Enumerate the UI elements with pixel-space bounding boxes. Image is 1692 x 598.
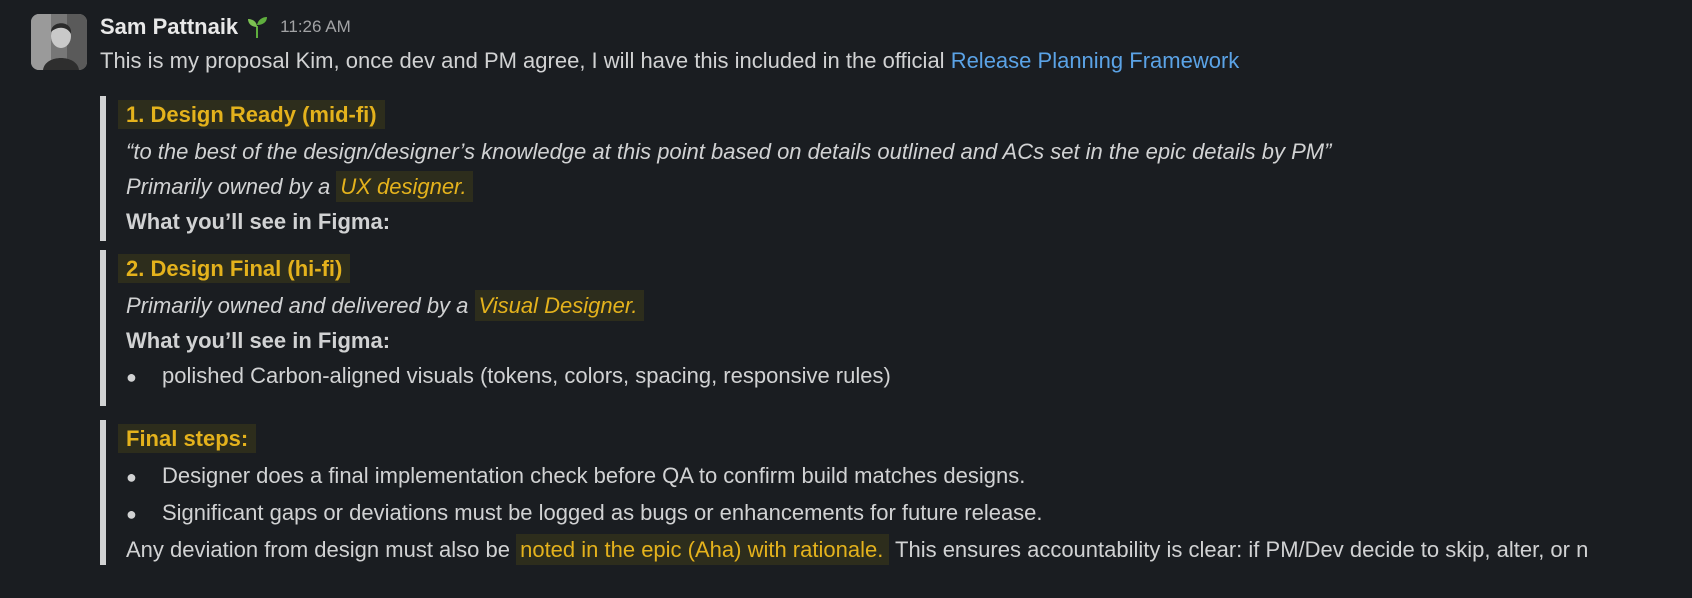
quote-text: “to the best of the design/designer’s kn… — [126, 139, 1332, 164]
closing-line: Any deviation from design must also be n… — [126, 532, 1588, 567]
list-item-text: Significant gaps or deviations must be l… — [162, 500, 1043, 525]
chat-message: Sam Pattnaik 11:26 AM This is my proposa… — [0, 0, 1692, 598]
closing-highlight: noted in the epic (Aha) with rationale. — [516, 534, 890, 565]
list-item: ● Significant gaps or deviations must be … — [126, 495, 1588, 532]
bullet-icon: ● — [126, 367, 137, 387]
list-item: ● polished Carbon-aligned visuals (tokens… — [126, 358, 891, 395]
release-planning-link[interactable]: Release Planning Framework — [951, 48, 1240, 73]
list-item-text: polished Carbon-aligned visuals (tokens,… — [162, 363, 891, 388]
blockquote-design-final: 2. Design Final (hi-fi) Primarily owned … — [100, 250, 891, 406]
owner-highlight: Visual Designer. — [474, 290, 644, 321]
owner-line: Primarily owned and delivered by a Visua… — [126, 288, 891, 323]
message-header: Sam Pattnaik 11:26 AM — [100, 10, 351, 44]
heading-highlight: Final steps: — [118, 424, 257, 453]
blockquote-design-ready: 1. Design Ready (mid-fi) “to the best of… — [100, 96, 1331, 241]
figma-label: What you’ll see in Figma: — [126, 328, 391, 353]
section-heading: 2. Design Final (hi-fi) — [118, 250, 891, 288]
owner-highlight: UX designer. — [336, 171, 473, 202]
owner-prefix: Primarily owned by a — [126, 174, 337, 199]
heading-highlight: 2. Design Final (hi-fi) — [118, 254, 351, 283]
message-timestamp[interactable]: 11:26 AM — [280, 17, 351, 37]
seedling-icon — [244, 14, 270, 40]
heading-highlight: 1. Design Ready (mid-fi) — [118, 100, 385, 129]
list-item: ● Designer does a final implementation ch… — [126, 458, 1588, 495]
figma-label: What you’ll see in Figma: — [126, 209, 391, 234]
message-intro: This is my proposal Kim, once dev and PM… — [100, 44, 1239, 78]
closing-suffix: This ensures accountability is clear: if… — [889, 537, 1589, 562]
section-heading: 1. Design Ready (mid-fi) — [118, 96, 1331, 134]
list-item-text: Designer does a final implementation che… — [162, 463, 1026, 488]
section-heading: Final steps: — [118, 420, 1588, 458]
avatar[interactable] — [31, 14, 87, 70]
owner-line: Primarily owned by a UX designer. — [126, 169, 1331, 204]
sender-name[interactable]: Sam Pattnaik — [100, 14, 238, 40]
bullet-icon: ● — [126, 504, 137, 524]
closing-prefix: Any deviation from design must also be — [126, 537, 517, 562]
intro-text: This is my proposal Kim, once dev and PM… — [100, 48, 951, 73]
blockquote-final-steps: Final steps: ● Designer does a final impl… — [100, 420, 1588, 565]
avatar-image — [31, 14, 87, 70]
bullet-icon: ● — [126, 467, 137, 487]
owner-prefix: Primarily owned and delivered by a — [126, 293, 475, 318]
